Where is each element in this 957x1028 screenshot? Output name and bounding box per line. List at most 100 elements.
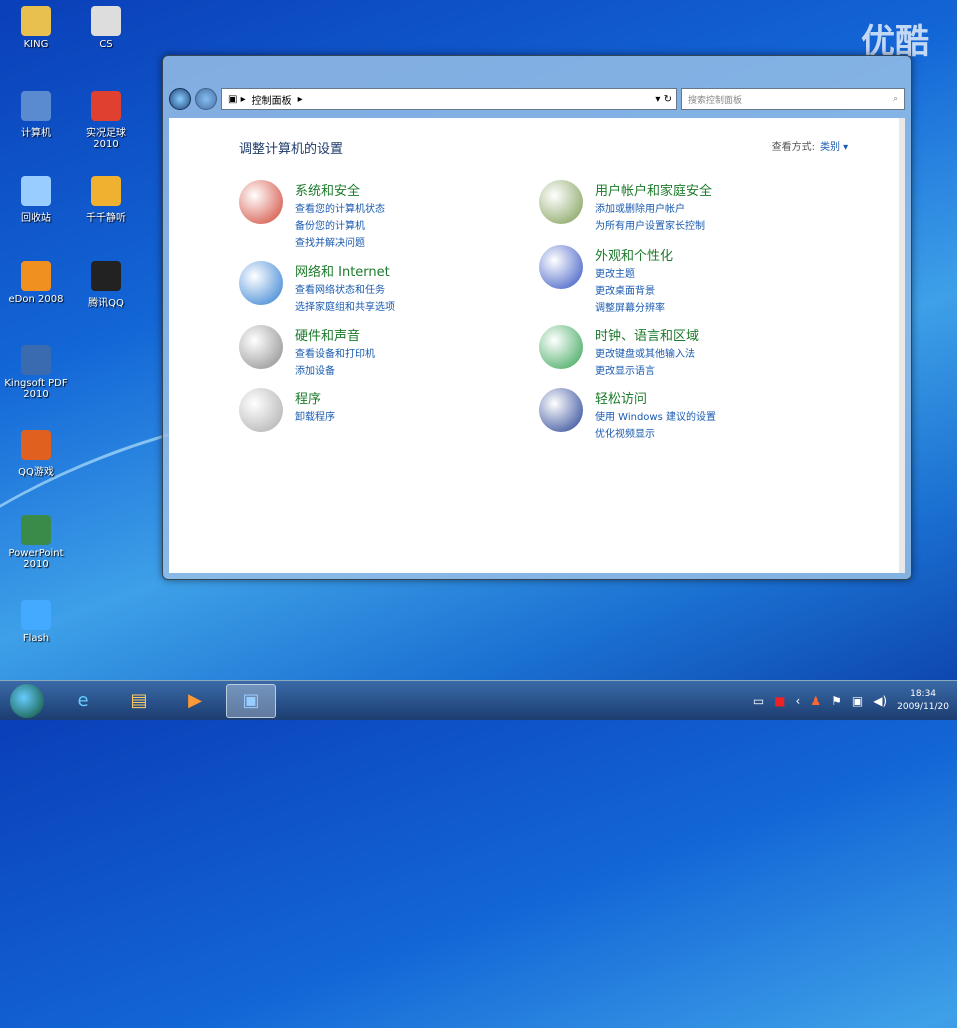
category-link[interactable]: 备份您的计算机 [295,218,385,235]
address-bar[interactable]: ▣ ▸ 控制面板 ▸ ▾ ↻ [221,88,677,110]
network-icon[interactable]: ▣ [852,694,863,708]
desktop-icon[interactable]: Flash [4,600,68,644]
category-link[interactable]: 更改显示语言 [595,363,699,380]
desktop-icon[interactable]: 腾讯QQ [74,261,138,309]
category-link[interactable]: 更改桌面背景 [595,283,673,300]
category-icon [239,325,283,369]
explorer-taskbar-button[interactable]: ▤ [114,684,164,718]
refresh-icon[interactable]: ▾ ↻ [655,94,676,105]
shortcut-icon [21,430,51,460]
category: 系统和安全查看您的计算机状态 备份您的计算机 查找并解决问题 [239,180,385,252]
volume-icon[interactable]: ◀) [873,694,887,708]
category-icon [239,388,283,432]
category-link[interactable]: 更改主题 [595,266,673,283]
category-title[interactable]: 时钟、语言和区域 [595,325,699,344]
action-center-icon[interactable]: ⚑ [831,694,842,708]
chevron-icon: ▸ [297,93,303,105]
shortcut-icon [21,176,51,206]
category-title[interactable]: 系统和安全 [295,180,385,199]
shortcut-icon [21,261,51,291]
desktop-icon-label: CS [99,39,113,50]
desktop-icon[interactable]: 计算机 [4,91,68,139]
start-button[interactable] [10,683,44,718]
category-icon [539,245,583,289]
category-link[interactable]: 查看您的计算机状态 [295,201,385,218]
back-button[interactable] [169,88,191,110]
category-icon [239,180,283,224]
category: 外观和个性化 更改主题 更改桌面背景 调整屏幕分辨率 [539,245,673,317]
desktop-icon[interactable]: CS [74,6,138,50]
clock[interactable]: 18:34 2009/11/20 [897,688,949,714]
category-icon [539,325,583,369]
category: 硬件和声音查看设备和打印机 添加设备 [239,325,375,380]
show-hidden-icons[interactable]: ‹ [796,694,801,708]
control-panel-window: ▣ ▸ 控制面板 ▸ ▾ ↻ 搜索控制面板 ⌕ 调整计算机的设置 查看方式: 类别… [162,55,912,580]
category-link[interactable]: 为所有用户设置家长控制 [595,218,712,235]
desktop-icon-label: QQ游戏 [18,467,54,478]
system-tray: ▭ ■ ‹ ♟ ⚑ ▣ ◀) 18:34 2009/11/20 [753,688,957,714]
toolbar: ▣ ▸ 控制面板 ▸ ▾ ↻ 搜索控制面板 ⌕ [169,84,905,114]
breadcrumb[interactable]: 控制面板 [252,92,292,107]
category-icon [539,180,583,224]
category-link[interactable]: 添加设备 [295,363,375,380]
category-link[interactable]: 优化视频显示 [595,426,716,443]
qq-tray-icon[interactable]: ♟ [810,694,821,708]
desktop-icon[interactable]: Kingsoft PDF 2010 [4,345,68,400]
view-by-label: 查看方式: [771,142,815,153]
search-input[interactable]: 搜索控制面板 ⌕ [681,88,905,110]
category-title[interactable]: 轻松访问 [595,388,716,407]
category-link[interactable]: 查找并解决问题 [295,235,385,252]
category-title[interactable]: 硬件和声音 [295,325,375,344]
desktop-icon[interactable]: KING [4,6,68,50]
media-player-taskbar-button[interactable]: ▶ [170,684,220,718]
keyboard-icon[interactable]: ▭ [753,694,764,708]
shortcut-icon [91,91,121,121]
shortcut-icon [21,6,51,36]
shortcut-icon [91,176,121,206]
desktop-icon-label: Kingsoft PDF 2010 [4,378,68,400]
taskbar: e ▤ ▶ ▣ ▭ ■ ‹ ♟ ⚑ ▣ ◀) 18:34 2009/11/20 [0,680,957,720]
category-link[interactable]: 添加或删除用户帐户 [595,201,712,218]
category-link[interactable]: 查看网络状态和任务 [295,282,395,299]
content-pane: 调整计算机的设置 查看方式: 类别 ▾ 系统和安全查看您的计算机状态 备份您的计算… [169,118,905,573]
scrollbar[interactable] [899,118,905,573]
category-link[interactable]: 卸载程序 [295,409,335,426]
category-link[interactable]: 使用 Windows 建议的设置 [595,409,716,426]
shortcut-icon [21,91,51,121]
desktop-icon-label: PowerPoint 2010 [8,548,64,570]
shortcut-icon [21,345,51,375]
category-title[interactable]: 程序 [295,388,335,407]
category-title[interactable]: 网络和 Internet [295,261,395,280]
category: 程序 卸载程序 [239,388,335,432]
desktop-icon-label: eDon 2008 [8,294,64,305]
category-link[interactable]: 查看设备和打印机 [295,346,375,363]
category-link[interactable]: 调整屏幕分辨率 [595,300,673,317]
desktop-icon[interactable]: PowerPoint 2010 [4,515,68,570]
desktop-icon[interactable]: 实况足球 2010 [74,91,138,150]
shortcut-icon [91,6,121,36]
page-title: 调整计算机的设置 [239,142,344,157]
desktop-icon[interactable]: 千千静听 [74,176,138,224]
forward-button[interactable] [195,88,217,110]
category: 网络和 Internet 查看网络状态和任务 选择家庭组和共享选项 [239,261,395,316]
view-by-dropdown[interactable]: 类别 ▾ [820,138,848,153]
ie-taskbar-button[interactable]: e [58,684,108,718]
category-link[interactable]: 更改键盘或其他输入法 [595,346,699,363]
category: 时钟、语言和区域 更改键盘或其他输入法 更改显示语言 [539,325,699,380]
desktop-icon[interactable]: eDon 2008 [4,261,68,305]
search-placeholder: 搜索控制面板 [688,95,743,106]
app-tray-icon[interactable]: ■ [774,694,785,708]
category-icon [239,261,283,305]
control-panel-taskbar-button[interactable]: ▣ [226,683,276,718]
category-title[interactable]: 用户帐户和家庭安全 [595,180,712,199]
clock-date: 2009/11/20 [897,701,949,712]
category-link[interactable]: 选择家庭组和共享选项 [295,299,395,316]
search-icon[interactable]: ⌕ [893,94,898,104]
category-icon [539,388,583,432]
shortcut-icon [21,600,51,630]
desktop-icon[interactable]: 回收站 [4,176,68,224]
desktop-icon-label: KING [23,39,49,50]
desktop-icon-label: 实况足球 2010 [86,128,126,150]
desktop-icon[interactable]: QQ游戏 [4,430,68,478]
category-title[interactable]: 外观和个性化 [595,245,673,264]
